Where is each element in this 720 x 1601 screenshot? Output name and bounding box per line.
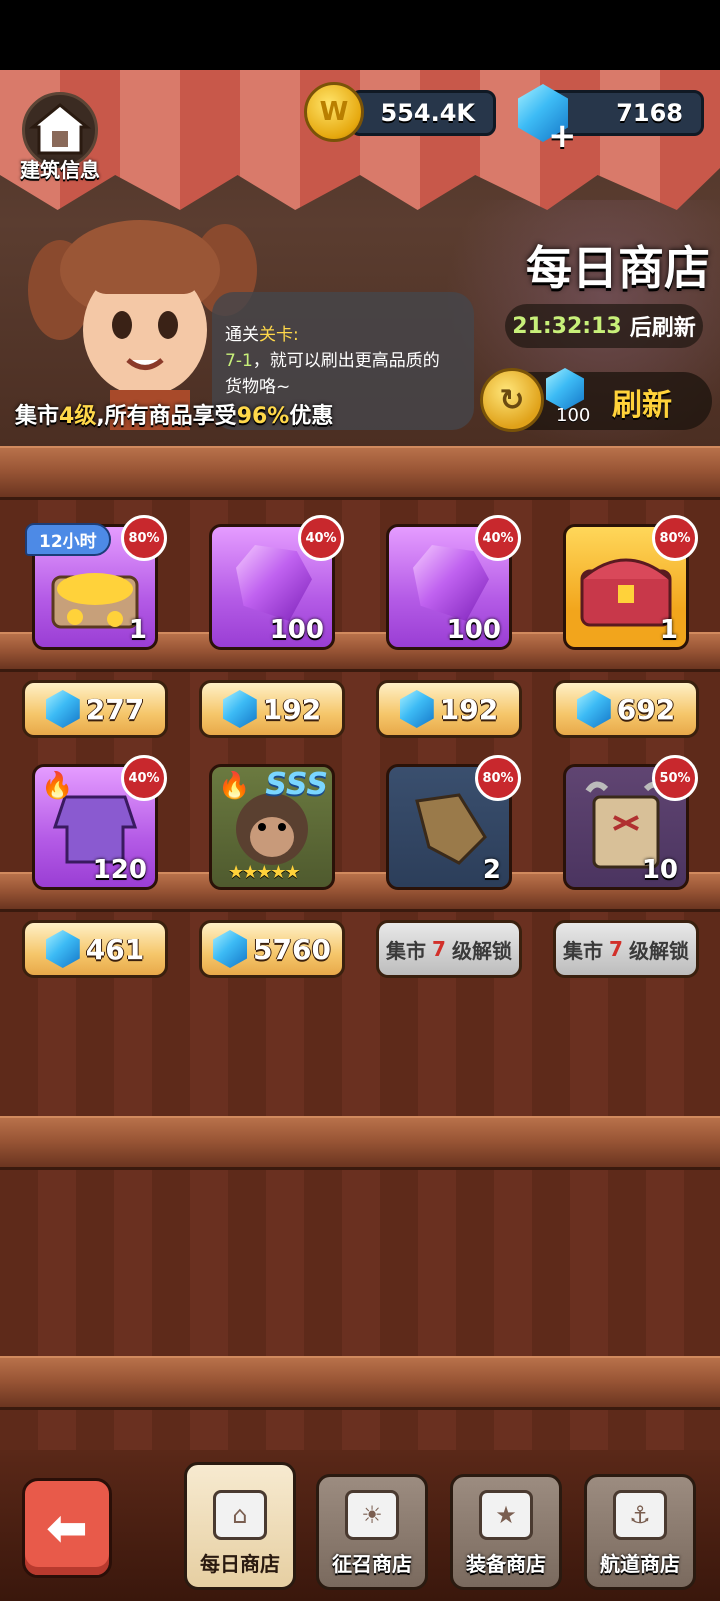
- anchor-icon: ⚓: [613, 1490, 667, 1540]
- discount-badge: 50%: [652, 755, 698, 801]
- price-button[interactable]: 461: [22, 920, 168, 978]
- gem-icon: [45, 690, 80, 728]
- coin-counter: 554.4K: [350, 90, 496, 136]
- locked-button: 集市 7 级解锁: [553, 920, 699, 978]
- price-value: 192: [439, 692, 499, 726]
- item-qty: 100: [269, 615, 324, 645]
- bubble-line1-highlight: 关卡:: [259, 325, 299, 345]
- refresh-label: 刷新: [612, 388, 672, 423]
- shop-icon: ⌂: [213, 1490, 267, 1540]
- purple-gem-icon: [236, 545, 312, 621]
- price-value: 461: [85, 932, 145, 966]
- purple-gem-icon: [413, 545, 489, 621]
- lock-suffix: 级解锁: [451, 938, 512, 963]
- lock-suffix: 级解锁: [628, 938, 689, 963]
- item-qty: 100: [446, 615, 501, 645]
- rank-badge: SSS: [265, 767, 328, 802]
- item-qty: 1: [659, 615, 678, 645]
- lock-prefix: 集市: [563, 938, 604, 963]
- star-rating: ★★★★★: [228, 862, 301, 883]
- price-value: 692: [616, 692, 676, 726]
- discount-badge: 40%: [298, 515, 344, 561]
- item-red-chest[interactable]: 80% 1: [563, 515, 698, 650]
- market-discount-text: 集市4级,所有商品享受96%优惠: [15, 398, 333, 430]
- price-button[interactable]: 5760: [199, 920, 345, 978]
- market-level: 4级: [59, 404, 97, 429]
- discount-percent: 96%: [236, 404, 290, 429]
- discount-badge: 80%: [121, 515, 167, 561]
- tab-label: 装备商店: [466, 1552, 546, 1576]
- coin-icon: W: [304, 82, 364, 142]
- refresh-icon[interactable]: ↻: [480, 368, 544, 432]
- tab-label: 每日商店: [200, 1552, 280, 1576]
- status-bar: [0, 0, 720, 70]
- timer-value: 21:32:13: [512, 313, 622, 339]
- item-gauntlet[interactable]: 80% 2: [386, 755, 521, 890]
- price-value: 192: [262, 692, 322, 726]
- page-title: 每日商店: [526, 241, 710, 295]
- shelf-top: [0, 446, 720, 500]
- gem-icon: [399, 690, 434, 728]
- discount-middle: ,所有商品享受: [96, 404, 237, 429]
- fire-icon: 🔥: [41, 771, 74, 801]
- shirt-icon: ★: [479, 1490, 533, 1540]
- item-qty: 2: [482, 855, 501, 885]
- bubble-line2: ，就可以刷出更高品质的: [252, 351, 440, 371]
- refresh-cost: 100: [556, 405, 591, 426]
- fire-icon: 🔥: [218, 771, 251, 801]
- bubble-line3: 货物咯~: [225, 377, 291, 397]
- item-purple-gem[interactable]: 40% 100: [209, 515, 344, 650]
- tab-label: 航道商店: [600, 1552, 680, 1576]
- item-qty: 1: [128, 615, 147, 645]
- timer-suffix: 后刷新: [629, 316, 696, 341]
- item-hero-monkey[interactable]: 🔥 SSS ★★★★★: [209, 764, 335, 890]
- bubble-stage: 7-1: [225, 351, 253, 371]
- gem-icon: [576, 690, 611, 728]
- locked-button: 集市 7 级解锁: [376, 920, 522, 978]
- gem-icon: [45, 930, 80, 968]
- price-button[interactable]: 692: [553, 680, 699, 738]
- lock-level: 7: [609, 937, 623, 961]
- discount-badge: 80%: [652, 515, 698, 561]
- tab-daily-shop[interactable]: ⌂ 每日商店: [184, 1462, 296, 1590]
- gem-icon: [222, 690, 257, 728]
- refresh-timer: 21:32:13 后刷新: [505, 304, 703, 348]
- tab-route-shop[interactable]: ⚓ 航道商店: [584, 1474, 696, 1590]
- add-gem-icon[interactable]: +: [548, 116, 577, 156]
- item-armor-fragment[interactable]: 🔥 40% 120: [32, 755, 167, 890]
- discount-badge: 40%: [475, 515, 521, 561]
- discount-prefix: 集市: [15, 404, 60, 429]
- item-qty: 10: [641, 855, 678, 885]
- back-arrow-icon: ⬅: [46, 1499, 88, 1557]
- item-map-scroll[interactable]: 50% 10: [563, 755, 698, 890]
- price-button[interactable]: 277: [22, 680, 168, 738]
- time-limit-tag: 12小时: [25, 523, 111, 556]
- back-button[interactable]: ⬅: [22, 1478, 112, 1578]
- item-qty: 120: [92, 855, 147, 885]
- bubble-line1-prefix: 通关: [225, 325, 259, 345]
- discount-badge: 80%: [475, 755, 521, 801]
- lock-level: 7: [432, 937, 446, 961]
- item-gold-chest[interactable]: 12小时 80% 1: [25, 515, 167, 650]
- price-button[interactable]: 192: [199, 680, 345, 738]
- price-value: 277: [85, 692, 145, 726]
- price-value: 5760: [253, 932, 331, 966]
- building-info-label: 建筑信息: [20, 158, 100, 182]
- gem-amount: 7168: [616, 99, 683, 127]
- tab-equipment-shop[interactable]: ★ 装备商店: [450, 1474, 562, 1590]
- shelf-empty-1: [0, 1116, 720, 1170]
- gem-icon: [213, 930, 248, 968]
- speech-bubble-text: 通关关卡: 7-1，就可以刷出更高品质的 货物咯~: [225, 322, 465, 400]
- item-purple-gem[interactable]: 40% 100: [386, 515, 521, 650]
- recruit-icon: ☀: [345, 1490, 399, 1540]
- coin-amount: 554.4K: [380, 99, 475, 127]
- discount-badge: 40%: [121, 755, 167, 801]
- price-button[interactable]: 192: [376, 680, 522, 738]
- tab-label: 征召商店: [332, 1552, 412, 1576]
- tab-recruit-shop[interactable]: ☀ 征召商店: [316, 1474, 428, 1590]
- discount-suffix: 优惠: [289, 404, 334, 429]
- shelf-empty-2: [0, 1356, 720, 1410]
- lock-prefix: 集市: [386, 938, 427, 963]
